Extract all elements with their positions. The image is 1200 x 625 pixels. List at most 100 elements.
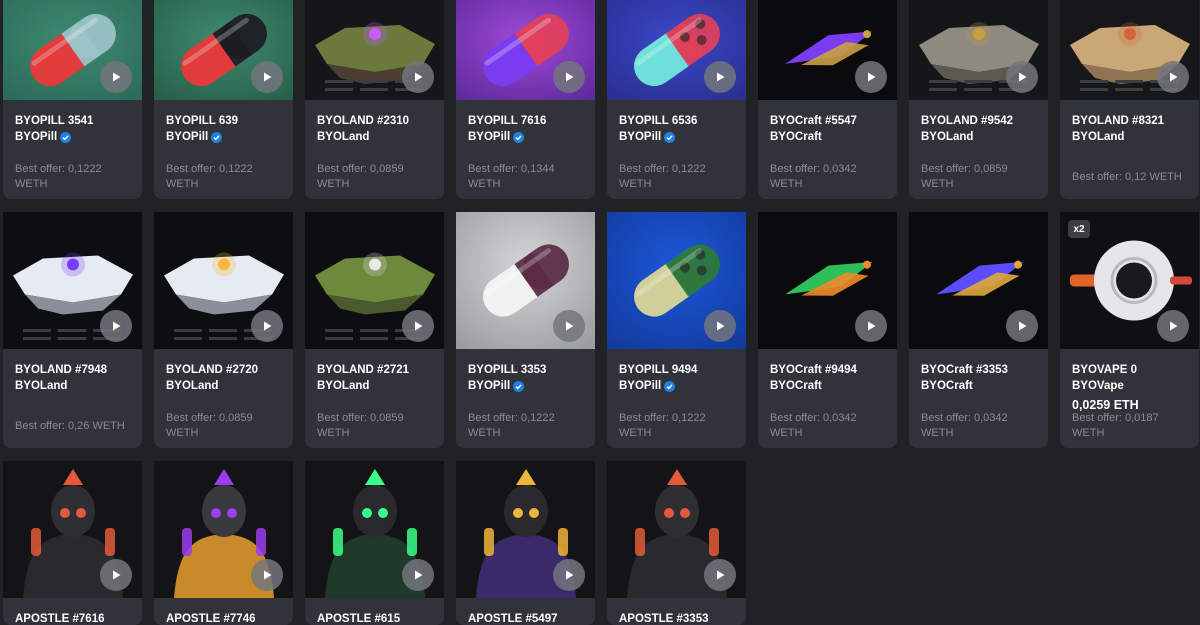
- nft-card[interactable]: BYOLAND #7948 BYOLand Best offer: 0,26 WET…: [3, 212, 142, 448]
- play-icon[interactable]: [100, 310, 132, 342]
- play-icon[interactable]: [402, 559, 434, 591]
- nft-media[interactable]: [154, 461, 293, 598]
- collection-name[interactable]: BYOPill: [468, 129, 525, 145]
- play-icon[interactable]: [1157, 61, 1189, 93]
- nft-card[interactable]: APOSTLE #5497: [456, 461, 595, 625]
- nft-name[interactable]: BYOVAPE 0: [1072, 362, 1137, 378]
- nft-name[interactable]: BYOLAND #8321: [1072, 113, 1164, 129]
- nft-media[interactable]: [909, 0, 1048, 100]
- nft-card[interactable]: BYOPILL 7616 BYOPill Best offer: 0,1344 WE…: [456, 0, 595, 199]
- nft-card[interactable]: BYOPILL 639 BYOPill Best offer: 0,1222 WET…: [154, 0, 293, 199]
- nft-media[interactable]: [3, 461, 142, 598]
- nft-card[interactable]: BYOLAND #8321 BYOLand Best offer: 0,12 WET…: [1060, 0, 1199, 199]
- nft-card[interactable]: BYOPILL 9494 BYOPill Best offer: 0,1222 WE…: [607, 212, 746, 448]
- play-icon[interactable]: [704, 310, 736, 342]
- play-icon[interactable]: [251, 310, 283, 342]
- nft-name[interactable]: BYOPILL 3541: [15, 113, 93, 129]
- nft-name[interactable]: BYOPILL 7616: [468, 113, 546, 129]
- play-icon[interactable]: [251, 559, 283, 591]
- nft-name[interactable]: BYOPILL 9494: [619, 362, 697, 378]
- play-icon[interactable]: [704, 61, 736, 93]
- nft-card[interactable]: BYOCraft #5547 BYOCraft Best offer: 0,0342…: [758, 0, 897, 199]
- nft-name[interactable]: BYOLAND #2720: [166, 362, 258, 378]
- nft-media[interactable]: [3, 212, 142, 349]
- nft-name[interactable]: BYOCraft #9494: [770, 362, 857, 378]
- nft-name[interactable]: BYOPILL 3353: [468, 362, 546, 378]
- nft-name[interactable]: APOSTLE #3353: [619, 611, 708, 625]
- play-icon[interactable]: [855, 310, 887, 342]
- nft-media[interactable]: [456, 0, 595, 100]
- play-icon[interactable]: [100, 559, 132, 591]
- nft-card[interactable]: APOSTLE #3353: [607, 461, 746, 625]
- nft-media[interactable]: x2: [1060, 212, 1199, 349]
- play-icon[interactable]: [553, 310, 585, 342]
- nft-name[interactable]: BYOLAND #9542: [921, 113, 1013, 129]
- collection-name[interactable]: BYOPill: [166, 129, 223, 145]
- play-icon[interactable]: [855, 61, 887, 93]
- nft-card[interactable]: BYOCraft #3353 BYOCraft Best offer: 0,0342…: [909, 212, 1048, 448]
- play-icon[interactable]: [553, 61, 585, 93]
- play-icon[interactable]: [704, 559, 736, 591]
- nft-card[interactable]: BYOLAND #9542 BYOLand Best offer: 0,0859 W…: [909, 0, 1048, 199]
- play-icon[interactable]: [251, 61, 283, 93]
- nft-name[interactable]: APOSTLE #7746: [166, 611, 255, 625]
- nft-name[interactable]: APOSTLE #7616: [15, 611, 104, 625]
- collection-name[interactable]: BYOLand: [166, 378, 218, 394]
- play-icon[interactable]: [402, 310, 434, 342]
- nft-card[interactable]: BYOLAND #2310 BYOLand Best offer: 0,0859 W…: [305, 0, 444, 199]
- collection-name[interactable]: BYOPill: [619, 378, 676, 394]
- nft-card[interactable]: APOSTLE #7616: [3, 461, 142, 625]
- nft-card[interactable]: x2 BYOVAPE 0 BYOVape 0,0259 ETH Best offer: …: [1060, 212, 1199, 448]
- nft-media[interactable]: [3, 0, 142, 100]
- nft-media[interactable]: [758, 0, 897, 100]
- nft-name[interactable]: APOSTLE #615: [317, 611, 400, 625]
- collection-name[interactable]: BYOLand: [15, 378, 67, 394]
- collection-name[interactable]: BYOLand: [317, 129, 369, 145]
- nft-media[interactable]: [305, 461, 444, 598]
- nft-name[interactable]: BYOPILL 6536: [619, 113, 697, 129]
- collection-name[interactable]: BYOCraft: [921, 378, 973, 394]
- nft-media[interactable]: [607, 0, 746, 100]
- collection-name[interactable]: BYOLand: [1072, 129, 1124, 145]
- nft-card[interactable]: APOSTLE #7746: [154, 461, 293, 625]
- nft-name[interactable]: BYOCraft #3353: [921, 362, 1008, 378]
- play-icon[interactable]: [402, 61, 434, 93]
- nft-media[interactable]: [305, 212, 444, 349]
- collection-name[interactable]: BYOPill: [619, 129, 676, 145]
- nft-name[interactable]: BYOLAND #2310: [317, 113, 409, 129]
- nft-card[interactable]: BYOPILL 3541 BYOPill Best offer: 0,1222 WE…: [3, 0, 142, 199]
- collection-name[interactable]: BYOVape: [1072, 378, 1124, 394]
- nft-card[interactable]: BYOPILL 6536 BYOPill Best offer: 0,1222 WE…: [607, 0, 746, 199]
- nft-name[interactable]: BYOLAND #2721: [317, 362, 409, 378]
- nft-media[interactable]: [154, 212, 293, 349]
- nft-name[interactable]: APOSTLE #5497: [468, 611, 557, 625]
- collection-name[interactable]: BYOLand: [921, 129, 973, 145]
- nft-name[interactable]: BYOLAND #7948: [15, 362, 107, 378]
- nft-media[interactable]: [154, 0, 293, 100]
- play-icon[interactable]: [553, 559, 585, 591]
- nft-media[interactable]: [909, 212, 1048, 349]
- nft-media[interactable]: [607, 212, 746, 349]
- nft-card[interactable]: BYOLAND #2720 BYOLand Best offer: 0,0859 W…: [154, 212, 293, 448]
- nft-media[interactable]: [1060, 0, 1199, 100]
- nft-media[interactable]: [456, 461, 595, 598]
- nft-media[interactable]: [758, 212, 897, 349]
- nft-card[interactable]: APOSTLE #615: [305, 461, 444, 625]
- nft-name[interactable]: BYOPILL 639: [166, 113, 238, 129]
- play-icon[interactable]: [100, 61, 132, 93]
- play-icon[interactable]: [1157, 310, 1189, 342]
- nft-media[interactable]: [305, 0, 444, 100]
- nft-card[interactable]: BYOCraft #9494 BYOCraft Best offer: 0,0342…: [758, 212, 897, 448]
- play-icon[interactable]: [1006, 310, 1038, 342]
- nft-card[interactable]: BYOLAND #2721 BYOLand Best offer: 0,0859 W…: [305, 212, 444, 448]
- play-icon[interactable]: [1006, 61, 1038, 93]
- collection-name[interactable]: BYOPill: [15, 129, 72, 145]
- nft-media[interactable]: [456, 212, 595, 349]
- nft-card[interactable]: BYOPILL 3353 BYOPill Best offer: 0,1222 WE…: [456, 212, 595, 448]
- collection-name[interactable]: BYOCraft: [770, 129, 822, 145]
- collection-name[interactable]: BYOCraft: [770, 378, 822, 394]
- collection-name[interactable]: BYOLand: [317, 378, 369, 394]
- nft-name[interactable]: BYOCraft #5547: [770, 113, 857, 129]
- collection-name[interactable]: BYOPill: [468, 378, 525, 394]
- nft-media[interactable]: [607, 461, 746, 598]
